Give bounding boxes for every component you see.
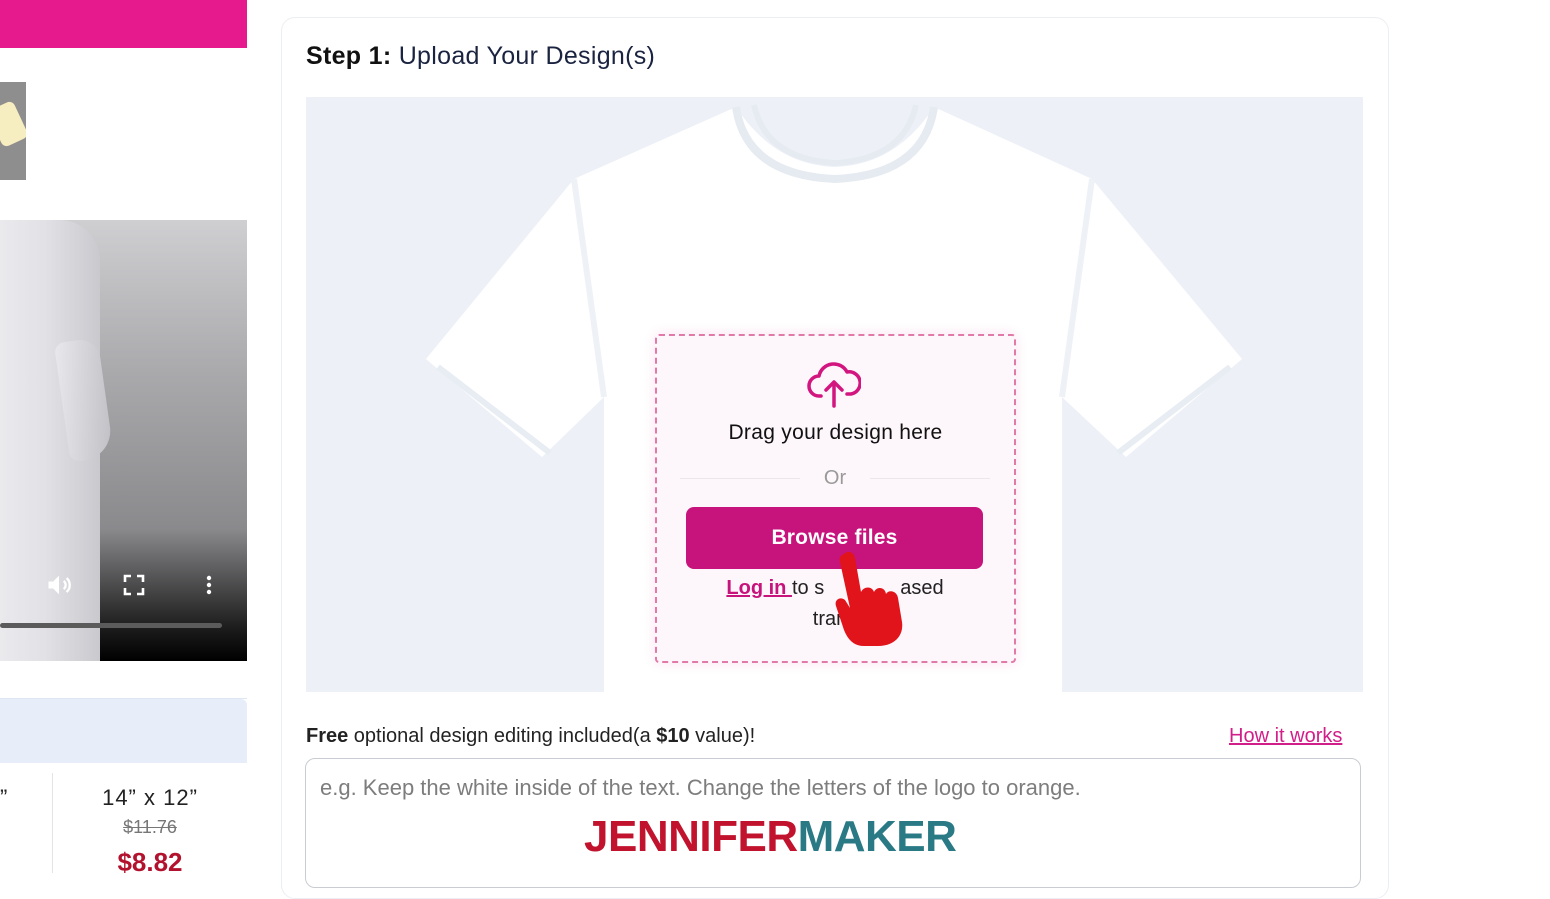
fullscreen-icon[interactable] <box>119 570 149 600</box>
promo-banner[interactable] <box>0 0 247 48</box>
how-it-works-link[interactable]: How it works <box>1229 725 1342 748</box>
editing-text-end: value)! <box>689 725 756 747</box>
editing-free: Free <box>306 725 349 747</box>
step-title: Step 1: Upload Your Design(s) <box>306 42 655 71</box>
size-divider <box>52 773 53 873</box>
cloud-upload-icon <box>807 362 861 408</box>
editing-info: Free optional design editing included(a … <box>306 725 755 748</box>
size-new-price: $8.82 <box>117 847 183 877</box>
step-heading: Upload Your Design(s) <box>398 42 656 70</box>
size-old-price: $11.76 <box>123 817 177 837</box>
thumbnail-image <box>0 99 26 149</box>
hand-cursor-icon <box>835 551 903 646</box>
editing-price: $10 <box>656 725 690 747</box>
size-option-previous[interactable]: ” <box>0 785 7 811</box>
login-link[interactable]: Log in <box>726 577 792 599</box>
or-separator: Or <box>823 467 847 489</box>
login-prompt-text: to s <box>791 577 825 599</box>
watermark-part2: MAKER <box>797 812 957 861</box>
size-option-14x12[interactable]: 14” x 12” <box>60 785 240 811</box>
size-selector-header <box>0 699 247 763</box>
jennifermaker-watermark: JENNIFERMAKER <box>584 812 957 862</box>
more-vertical-icon[interactable] <box>194 570 224 600</box>
editing-text: optional design editing included(a <box>348 725 657 747</box>
video-progress-bar[interactable] <box>0 623 222 628</box>
drag-instruction: Drag your design here <box>728 421 943 444</box>
video-controls <box>0 570 247 630</box>
or-divider-right <box>870 478 990 479</box>
size-selector: ” 14” x 12” $11.76 $8.82 <box>0 698 247 877</box>
product-video[interactable] <box>0 220 247 661</box>
watermark-part1: JENNIFER <box>584 812 798 861</box>
left-column: ” 14” x 12” $11.76 $8.82 <box>0 0 247 877</box>
or-divider-left <box>680 478 800 479</box>
product-thumbnail[interactable] <box>0 82 26 180</box>
step-label: Step 1: <box>306 42 392 70</box>
volume-icon[interactable] <box>44 570 74 600</box>
